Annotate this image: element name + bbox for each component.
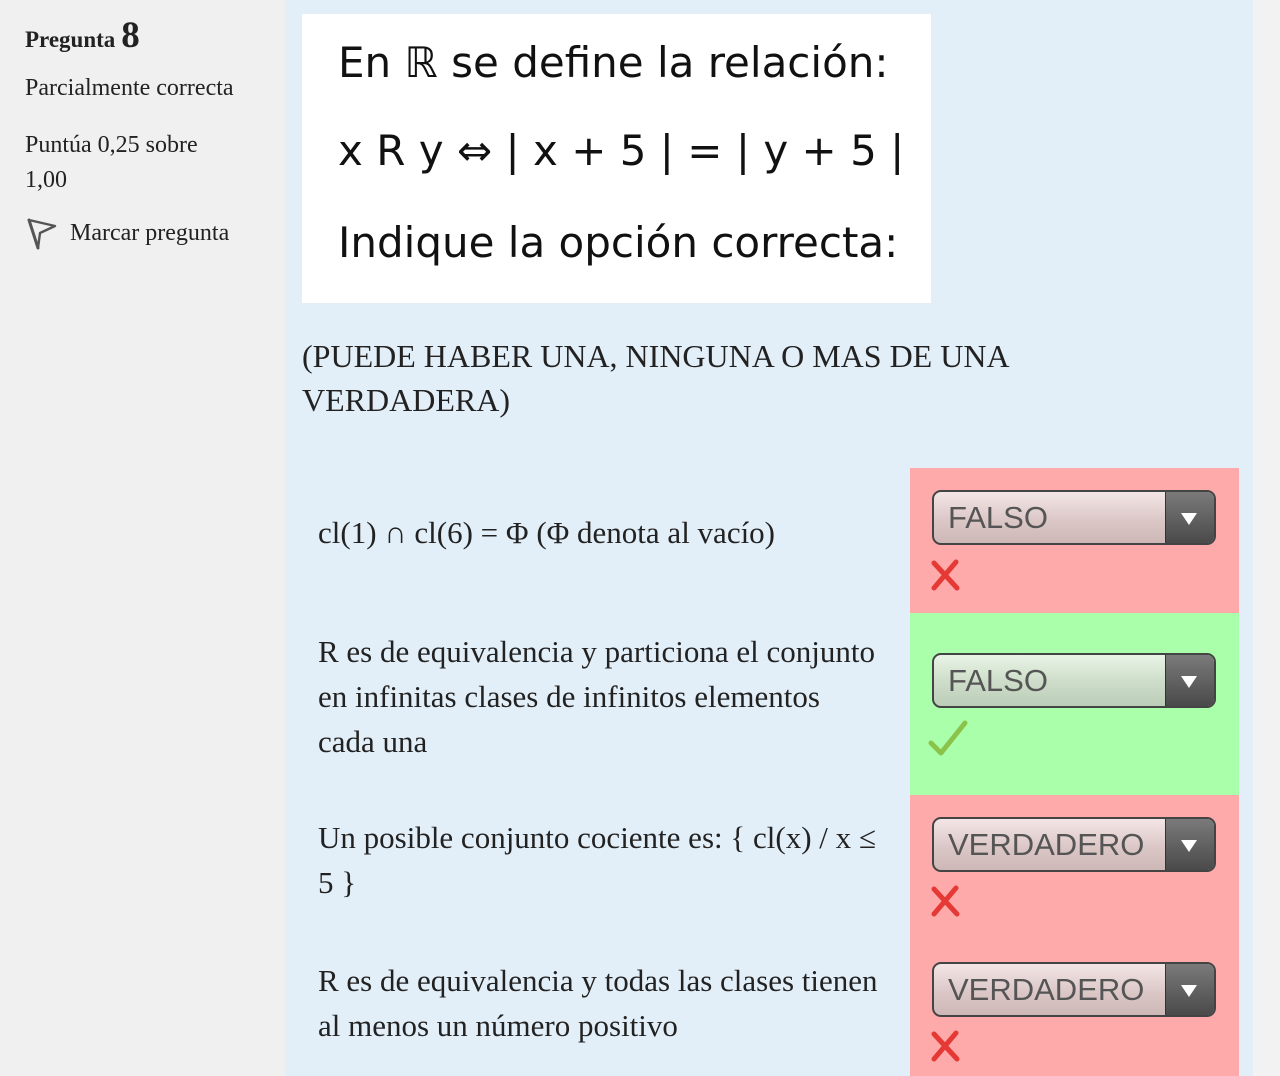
question-instruction: (PUEDE HABER UNA, NINGUNA O MAS DE UNA V… — [302, 338, 1008, 418]
answer-cell: FALSO — [910, 468, 1239, 613]
page-margin — [1253, 0, 1280, 1076]
answer-select[interactable]: VERDADERO — [932, 962, 1216, 1017]
question-image-line-1: En ℝ se define la relación: — [338, 38, 889, 87]
answer-select[interactable]: FALSO — [932, 490, 1216, 545]
cross-icon — [931, 559, 960, 591]
flag-question-label: Marcar pregunta — [70, 219, 230, 246]
statement-row: R es de equivalencia y todas las clases … — [285, 940, 1253, 1076]
question-state: Parcialmente correcta — [25, 75, 234, 101]
statement-row: R es de equivalencia y particiona el con… — [285, 613, 1253, 795]
question-label: Pregunta — [25, 27, 116, 52]
statement-row: cl(1) ∩ cl(6) = Φ (Φ denota al vacío) FA… — [285, 468, 1253, 613]
chevron-down-icon — [1165, 492, 1214, 543]
answer-select-value: FALSO — [948, 663, 1048, 698]
question-grade: Puntúa 0,25 sobre 1,00 — [25, 132, 198, 193]
chevron-down-icon — [1165, 964, 1214, 1015]
check-icon — [928, 720, 968, 756]
cross-icon — [931, 1030, 960, 1062]
question-info: Pregunta 8 Parcialmente correcta Puntúa 0… — [0, 0, 285, 1076]
flag-icon — [27, 218, 57, 250]
answer-select[interactable]: FALSO — [932, 653, 1216, 708]
flag-question-link[interactable]: Marcar pregunta — [26, 216, 229, 250]
answer-cell: VERDADERO — [910, 940, 1239, 1076]
question-image-line-3: Indique la opción correcta: — [338, 218, 899, 267]
chevron-down-icon — [1165, 655, 1214, 706]
question-image: En ℝ se define la relación: x R y ⇔ | x … — [302, 14, 931, 303]
answer-select-value: VERDADERO — [948, 827, 1145, 862]
answer-cell: FALSO — [910, 613, 1239, 795]
cross-icon — [931, 885, 960, 917]
question-number: 8 — [121, 15, 140, 56]
question-heading: Pregunta 8 — [25, 14, 140, 57]
statement-text: cl(1) ∩ cl(6) = Φ (Φ denota al vacío) — [318, 515, 776, 550]
chevron-down-icon — [1165, 819, 1214, 870]
statement-text: R es de equivalencia y todas las clases … — [318, 963, 878, 1043]
statement-text: Un posible conjunto cociente es: { cl(x)… — [318, 820, 876, 900]
statement-text: R es de equivalencia y particiona el con… — [318, 634, 875, 759]
statement-row: Un posible conjunto cociente es: { cl(x)… — [285, 795, 1253, 940]
answer-select[interactable]: VERDADERO — [932, 817, 1216, 872]
answer-select-value: VERDADERO — [948, 972, 1145, 1007]
answer-select-value: FALSO — [948, 500, 1048, 535]
question-image-line-2: x R y ⇔ | x + 5 | = | y + 5 | — [338, 126, 905, 175]
answer-cell: VERDADERO — [910, 795, 1239, 940]
